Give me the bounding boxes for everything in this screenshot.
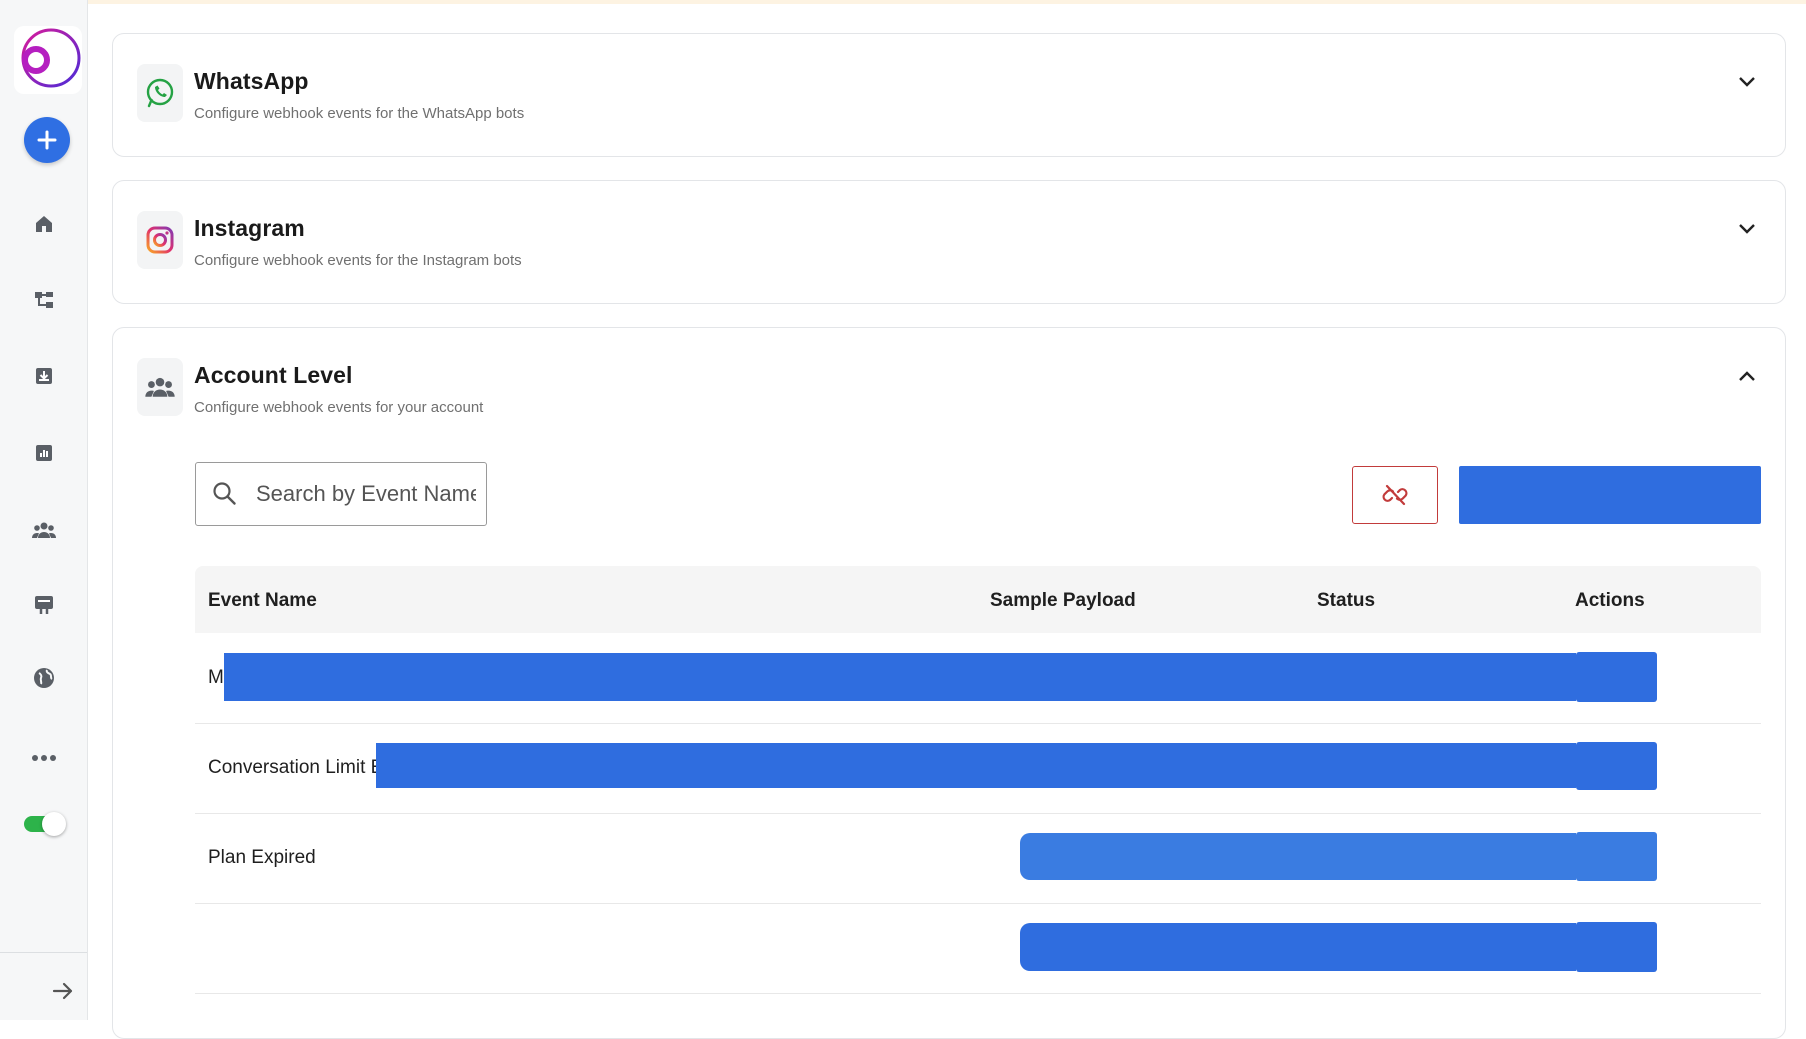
add-button[interactable] xyxy=(24,117,70,163)
table-row xyxy=(195,903,1761,994)
whatsapp-section[interactable]: WhatsApp Configure webhook events for th… xyxy=(112,33,1786,157)
table-header: Event Name Sample Payload Status Actions xyxy=(195,566,1761,633)
chevron-down-icon[interactable] xyxy=(1735,217,1759,241)
column-header: Event Name xyxy=(208,590,317,611)
redacted-block xyxy=(1576,742,1657,790)
inbox-download-icon[interactable] xyxy=(29,361,59,391)
table-row: M xyxy=(195,633,1761,724)
redacted-block xyxy=(224,653,1576,701)
section-title: Account Level xyxy=(194,362,353,388)
search-input[interactable] xyxy=(256,477,476,511)
search-icon xyxy=(213,482,236,505)
globe-icon[interactable] xyxy=(29,663,59,693)
column-header: Status xyxy=(1317,590,1376,611)
unlink-button[interactable] xyxy=(1352,466,1438,524)
instagram-section[interactable]: Instagram Configure webhook events for t… xyxy=(112,180,1786,304)
sidebar xyxy=(0,0,88,1020)
instagram-icon xyxy=(137,211,183,269)
chevron-down-icon[interactable] xyxy=(1735,70,1759,94)
redacted-block xyxy=(1576,832,1657,881)
event-name-cell: Conversation Limit Exh xyxy=(208,757,404,778)
sidebar-divider xyxy=(0,952,87,953)
redacted-block xyxy=(1020,923,1576,971)
signboard-icon[interactable] xyxy=(29,590,59,620)
more-horizontal-icon[interactable] xyxy=(29,743,59,773)
redacted-block xyxy=(376,743,1576,788)
events-table: Event Name Sample Payload Status Actions… xyxy=(195,566,1761,1001)
section-subtitle: Configure webhook events for the WhatsAp… xyxy=(194,105,525,122)
redacted-block xyxy=(1020,833,1576,880)
whatsapp-icon xyxy=(137,64,183,122)
home-icon[interactable] xyxy=(29,209,59,239)
search-box[interactable] xyxy=(195,462,487,526)
redacted-block xyxy=(1576,652,1657,702)
users-group-icon xyxy=(137,358,183,416)
plus-icon xyxy=(37,130,57,150)
account-level-section: Account Level Configure webhook events f… xyxy=(112,327,1786,1039)
event-name-cell: Plan Expired xyxy=(208,847,316,868)
flow-tree-icon[interactable] xyxy=(29,285,59,315)
table-row: Conversation Limit Exh xyxy=(195,723,1761,814)
primary-action-button[interactable] xyxy=(1459,466,1761,524)
section-title: WhatsApp xyxy=(194,68,309,94)
users-group-icon[interactable] xyxy=(29,515,59,545)
redacted-block xyxy=(1576,922,1657,972)
column-header: Sample Payload xyxy=(990,590,1136,611)
event-name-cell: M xyxy=(208,667,224,688)
toggle-knob xyxy=(42,812,66,836)
status-toggle[interactable] xyxy=(22,811,66,836)
top-accent-line xyxy=(0,0,1806,4)
arrow-right-icon[interactable] xyxy=(48,976,78,1006)
table-row: Plan Expired xyxy=(195,813,1761,904)
section-subtitle: Configure webhook events for the Instagr… xyxy=(194,252,522,269)
unlink-icon xyxy=(1382,484,1408,506)
chevron-up-icon[interactable] xyxy=(1735,364,1759,388)
bar-chart-icon[interactable] xyxy=(29,438,59,468)
section-title: Instagram xyxy=(194,215,305,241)
brand-logo-icon[interactable] xyxy=(14,26,82,94)
column-header: Actions xyxy=(1575,590,1645,611)
section-subtitle: Configure webhook events for your accoun… xyxy=(194,399,484,416)
